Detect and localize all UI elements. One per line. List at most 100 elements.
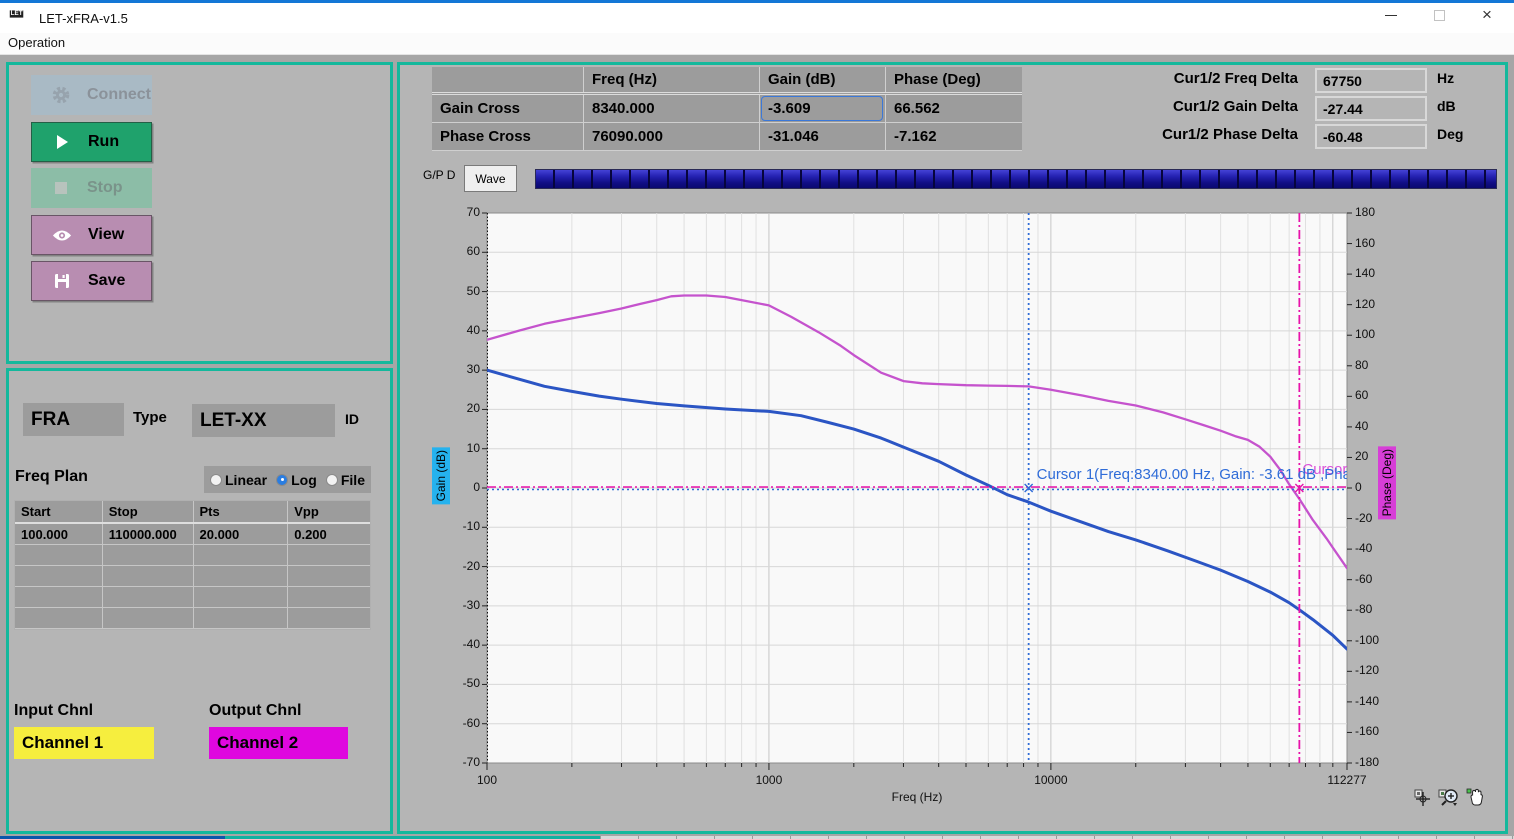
freq-table-cell[interactable]: 20.000 [194, 524, 289, 544]
radio-log[interactable]: Log [276, 472, 317, 488]
minimize-icon [1385, 14, 1397, 16]
zoom-magnifier-icon[interactable] [1438, 787, 1460, 807]
freq-table-cell[interactable]: 0.200 [288, 524, 370, 544]
cross-table-cell[interactable]: 8340.000 [584, 95, 760, 122]
cursor-delta-unit: Deg [1437, 126, 1464, 142]
cross-table-cell[interactable]: 76090.000 [584, 123, 760, 150]
phase-tick-label: 160 [1355, 235, 1376, 250]
freq-tick-label: 112277 [1327, 773, 1367, 787]
cursor-delta-value: -60.48 [1315, 124, 1427, 149]
freq-table-cell[interactable] [15, 566, 103, 586]
close-button[interactable]: × [1464, 0, 1510, 30]
menu-bar: Operation [0, 33, 1514, 55]
output-chnl-label: Output Chnl [209, 702, 302, 719]
freq-table-cell[interactable] [103, 587, 194, 607]
stop-square-icon [51, 178, 71, 198]
bode-plot[interactable]: CursorCursor 1(Freq:8340.00 Hz, Gain: -3… [482, 212, 1352, 770]
freq-plan-table[interactable]: Start Stop Pts Vpp 100.000 110000.000 20.000 0.… [14, 500, 371, 630]
phase-tick-label: -20 [1355, 510, 1373, 525]
menu-item-operation[interactable]: Operation [8, 35, 65, 50]
freq-tick-label: 100 [476, 773, 498, 787]
maximize-icon [1433, 9, 1445, 21]
id-label: ID [345, 411, 359, 427]
cross-table-header-row: Freq (Hz) Gain (dB) Phase (Deg) [432, 67, 1022, 95]
radio-file[interactable]: File [325, 472, 365, 488]
view-button[interactable]: View [31, 215, 152, 255]
crosshair-icon[interactable] [1414, 787, 1432, 807]
freq-table-cell[interactable] [288, 587, 370, 607]
freq-table-row [15, 545, 370, 566]
freq-table-cell[interactable] [288, 608, 370, 628]
radio-linear[interactable]: Linear [210, 472, 267, 488]
freq-table-cell[interactable] [194, 608, 289, 628]
gain-tick-label: 60 [466, 244, 480, 259]
gear-icon [51, 85, 71, 105]
close-icon: × [1482, 5, 1492, 24]
window-title: LET-xFRA-v1.5 [39, 10, 128, 26]
freq-table-cell[interactable] [288, 545, 370, 565]
run-button[interactable]: Run [31, 122, 152, 162]
freq-table-row [15, 566, 370, 587]
phase-tick-label: -100 [1355, 632, 1380, 647]
maximize-button[interactable] [1416, 0, 1462, 30]
freq-plan-mode-radios: Linear Log File [204, 466, 371, 493]
freq-table-cell[interactable]: 110000.000 [103, 524, 194, 544]
input-chnl-selector[interactable]: Channel 1 [14, 727, 154, 759]
phase-tick-label: -60 [1355, 571, 1373, 586]
freq-axis-title: Freq (Hz) [891, 790, 943, 804]
cross-table-cell[interactable]: -3.609 [760, 95, 886, 122]
radio-dot-log [276, 473, 289, 486]
freq-table-cell[interactable] [15, 545, 103, 565]
gain-tick-label: 70 [466, 205, 480, 219]
freq-table-header-row: Start Stop Pts Vpp [15, 501, 370, 524]
cursor-delta-row: Cur1/2 Gain Delta -27.44 dB [1120, 96, 1500, 121]
freq-table-cell[interactable] [194, 587, 289, 607]
cross-table-cell[interactable]: 66.562 [886, 95, 1022, 122]
output-chnl-selector[interactable]: Channel 2 [209, 727, 348, 759]
minimize-button[interactable] [1368, 0, 1414, 30]
cross-table-cell[interactable]: -7.162 [886, 123, 1022, 150]
freq-table-cell[interactable] [288, 566, 370, 586]
cursor1-label: Cursor 1(Freq:8340.00 Hz, Gain: -3.61 dB… [1037, 466, 1380, 483]
phase-tick-label: 40 [1355, 418, 1369, 433]
type-field[interactable]: FRA [23, 403, 124, 436]
gain-tick-label: -70 [462, 755, 480, 769]
view-button-label: View [88, 226, 125, 243]
freq-table-cell[interactable] [15, 608, 103, 628]
phase-axis-title: Phase (Deg) [1378, 446, 1396, 520]
connect-button[interactable]: Connect [31, 75, 152, 115]
phase-tick-label: -160 [1355, 724, 1380, 739]
cross-table-header-cell: Phase (Deg) [894, 71, 981, 88]
cursor-delta-label: Cur1/2 Freq Delta [1173, 70, 1298, 87]
stop-button-label: Stop [87, 179, 123, 196]
pan-hand-icon[interactable] [1466, 787, 1484, 807]
freq-table-header-cell: Vpp [294, 504, 319, 519]
freq-table-cell[interactable]: 100.000 [15, 524, 103, 544]
gain-tick-label: 40 [466, 322, 480, 337]
gain-tick-label: 30 [466, 362, 480, 377]
id-field[interactable]: LET-XX [192, 404, 335, 437]
tab-gpd[interactable]: G/P D [423, 168, 455, 182]
save-button[interactable]: Save [31, 261, 152, 301]
tab-wave[interactable]: Wave [464, 165, 517, 192]
selected-cell-outline [761, 96, 883, 121]
cursor-delta-row: Cur1/2 Freq Delta 67750 Hz [1120, 68, 1500, 93]
freq-table-cell[interactable] [15, 587, 103, 607]
radio-label-log: Log [291, 471, 317, 488]
freq-table-cell[interactable] [194, 566, 289, 586]
freq-table-cell[interactable] [103, 608, 194, 628]
freq-table-header-cell: Stop [103, 501, 194, 522]
freq-table-cell[interactable] [103, 545, 194, 565]
cross-table-cell[interactable]: -31.046 [760, 123, 886, 150]
freq-tick-label: 10000 [1034, 773, 1068, 787]
freq-table-cell[interactable] [103, 566, 194, 586]
cross-table-cell: Phase Cross [432, 123, 584, 150]
freq-table-header-cell: Start [15, 501, 103, 522]
stop-button[interactable]: Stop [31, 168, 152, 208]
freq-table-cell[interactable] [194, 545, 289, 565]
graph-tools-palette [1414, 785, 1494, 809]
cross-table-row: Gain Cross 8340.000 -3.609 66.562 [432, 95, 1022, 123]
connect-button-label: Connect [87, 86, 151, 103]
floppy-icon [52, 271, 72, 291]
cursor-delta-unit: Hz [1437, 70, 1455, 86]
